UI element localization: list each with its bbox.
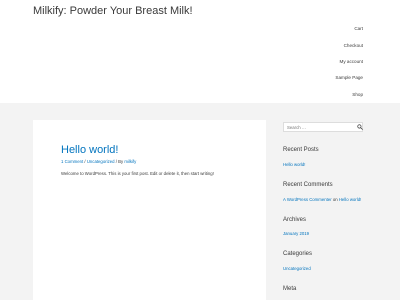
- nav-item-cart[interactable]: Cart: [354, 26, 363, 31]
- widget-title-categories: Categories: [283, 251, 313, 257]
- search-icon[interactable]: [357, 124, 363, 130]
- site-title[interactable]: Milkify: Powder Your Breast Milk!: [33, 5, 193, 17]
- post-article: Hello world! 1 Comment / Uncategorized /…: [33, 120, 266, 300]
- post-author-link[interactable]: milkify: [124, 159, 136, 164]
- nav-item-checkout[interactable]: Checkout: [344, 43, 363, 48]
- widget-title-recent-comments: Recent Comments: [283, 182, 333, 188]
- post-title[interactable]: Hello world!: [61, 144, 118, 156]
- post-meta: 1 Comment / Uncategorized / By milkify: [61, 159, 136, 164]
- post-category-link[interactable]: Uncategorized: [87, 159, 115, 164]
- site-header: Milkify: Powder Your Breast Milk! Cart C…: [0, 0, 400, 103]
- post-excerpt: Welcome to WordPress. This is your first…: [61, 171, 214, 176]
- search-input[interactable]: [283, 122, 363, 132]
- widget-title-meta: Meta: [283, 286, 297, 292]
- recent-post-link[interactable]: Hello world!: [283, 162, 305, 167]
- comment-post-link[interactable]: Hello world!: [339, 197, 361, 202]
- post-comments-link[interactable]: 1 Comment: [61, 159, 83, 164]
- recent-comment: A WordPress Commenter on Hello world!: [283, 197, 361, 202]
- nav-item-sample-page[interactable]: Sample Page: [335, 75, 363, 80]
- nav-item-shop[interactable]: Shop: [352, 92, 363, 97]
- widget-title-archives: Archives: [283, 217, 307, 223]
- widget-title-recent-posts: Recent Posts: [283, 147, 319, 153]
- post-by-label: By: [118, 159, 124, 164]
- comment-on-label: on: [332, 197, 338, 202]
- archive-link[interactable]: January 2019: [283, 231, 309, 236]
- category-link[interactable]: Uncategorized: [283, 266, 311, 271]
- nav-item-my-account[interactable]: My account: [340, 59, 364, 64]
- comment-author-link[interactable]: A WordPress Commenter: [283, 197, 332, 202]
